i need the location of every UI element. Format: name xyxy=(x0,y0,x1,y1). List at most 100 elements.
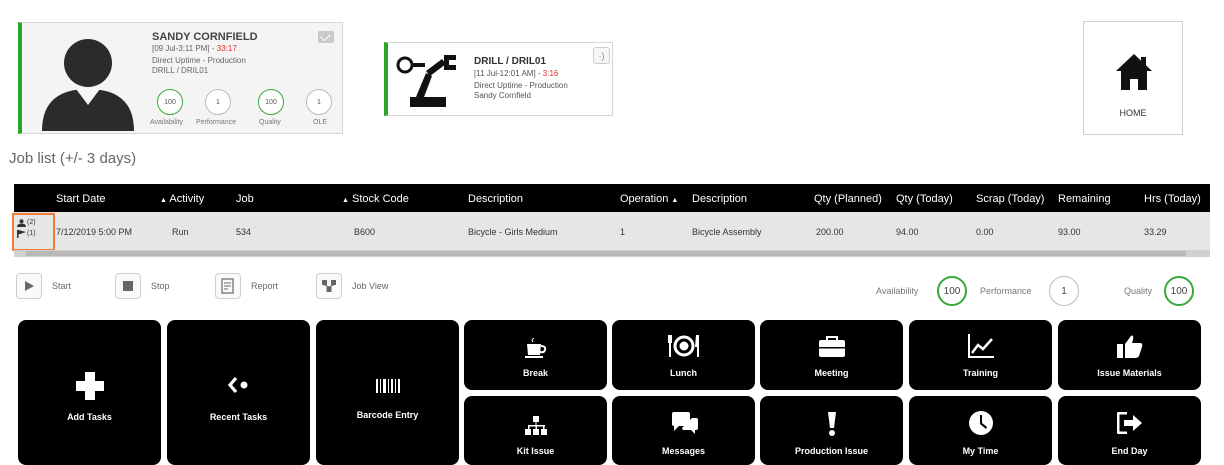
job-view-icon xyxy=(322,280,336,292)
people-icon xyxy=(17,219,26,229)
col-hrs-today[interactable]: Hrs (Today) xyxy=(1144,193,1201,205)
cell-stock-code: B600 xyxy=(354,227,376,237)
signal-icon[interactable]: ·) xyxy=(593,47,610,64)
kit-issue-tile[interactable]: Kit Issue xyxy=(464,396,607,465)
job-view-button[interactable]: Job View xyxy=(316,273,388,299)
flag-icon xyxy=(17,230,26,240)
end-day-tile[interactable]: End Day xyxy=(1058,396,1201,465)
machine-operator: Sandy Cornfield xyxy=(474,91,531,100)
operator-status: Direct Uptime - Production xyxy=(152,56,246,65)
quality-label: Quality xyxy=(259,119,281,126)
operator-card[interactable]: SANDY CORNFIELD [09 Jul-3:11 PM] - 33:17… xyxy=(18,22,343,134)
table-row[interactable]: 7/12/2019 5:00 PM Run 534 B600 Bicycle -… xyxy=(14,212,1210,250)
my-time-label: My Time xyxy=(962,446,999,456)
production-issue-tile[interactable]: Production Issue xyxy=(760,396,903,465)
col-operation-description[interactable]: Description xyxy=(692,193,747,205)
kpi-quality-label: Quality xyxy=(1124,286,1153,296)
machine-clock-in: [11 Jul-12:01 AM] - 3:16 xyxy=(474,69,559,78)
add-tasks-label: Add Tasks xyxy=(67,412,112,422)
home-label: HOME xyxy=(1119,108,1147,118)
cell-start-date: 7/12/2019 5:00 PM xyxy=(56,227,133,237)
meeting-tile[interactable]: Meeting xyxy=(760,320,903,390)
coffee-icon xyxy=(524,338,546,358)
operator-performance-metric: 1 xyxy=(205,89,231,115)
production-issue-label: Production Issue xyxy=(794,446,868,456)
col-stock-code[interactable]: ▲ Stock Code xyxy=(342,193,409,205)
issue-materials-tile[interactable]: Issue Materials xyxy=(1058,320,1201,390)
home-button[interactable]: HOME xyxy=(1083,21,1183,135)
report-button[interactable]: Report xyxy=(215,273,278,299)
sort-up-icon: ▲ xyxy=(342,197,349,204)
training-tile[interactable]: Training xyxy=(909,320,1052,390)
stop-button[interactable]: Stop xyxy=(115,273,170,299)
end-day-label: End Day xyxy=(1111,446,1148,456)
cell-activity: Run xyxy=(172,227,189,237)
operator-availability-metric: 100 xyxy=(157,89,183,115)
user-avatar-icon xyxy=(42,39,134,131)
briefcase-icon xyxy=(818,336,845,357)
lunch-label: Lunch xyxy=(670,368,697,378)
scroll-thumb[interactable] xyxy=(26,251,1186,256)
messages-tile[interactable]: Messages xyxy=(612,396,755,465)
col-job[interactable]: Job xyxy=(236,193,254,205)
messages-label: Messages xyxy=(661,446,706,456)
col-operation[interactable]: Operation ▲ xyxy=(620,193,678,205)
job-table-header: Start Date ▲ Activity Job ▲ Stock Code D… xyxy=(14,184,1210,212)
col-qty-today[interactable]: Qty (Today) xyxy=(896,193,953,205)
cell-qty-today: 94.00 xyxy=(896,227,919,237)
recent-tasks-tile[interactable]: Recent Tasks xyxy=(167,320,310,465)
cell-operation: 1 xyxy=(620,227,626,237)
meeting-label: Meeting xyxy=(814,368,849,378)
sort-up-icon: ▲ xyxy=(671,197,679,204)
stop-label: Stop xyxy=(151,281,170,291)
kpi-quality: 100 xyxy=(1164,276,1194,306)
operator-clock-in: [09 Jul-3:11 PM] - 33:17 xyxy=(152,44,237,53)
cell-scrap-today: 0.00 xyxy=(976,227,994,237)
kit-issue-label: Kit Issue xyxy=(516,446,555,456)
row-status-indicator[interactable]: (2) (1) xyxy=(16,216,52,248)
kpi-performance-label: Performance xyxy=(980,286,1032,296)
break-tile[interactable]: Break xyxy=(464,320,607,390)
machine-status: Direct Uptime - Production xyxy=(474,81,568,90)
col-scrap-today[interactable]: Scrap (Today) xyxy=(976,193,1044,205)
lunch-tile[interactable]: Lunch xyxy=(612,320,755,390)
job-list-title: Job list (+/- 3 days) xyxy=(9,150,137,167)
col-description[interactable]: Description xyxy=(468,193,523,205)
operator-quality-metric: 100 xyxy=(258,89,284,115)
barcode-entry-tile[interactable]: Barcode Entry xyxy=(316,320,459,465)
col-start-date[interactable]: Start Date xyxy=(56,193,106,205)
cell-hrs-today: 33.29 xyxy=(1144,227,1167,237)
training-label: Training xyxy=(962,368,998,378)
machine-title: DRILL / DRIL01 xyxy=(474,56,547,67)
machine-card[interactable]: DRILL / DRIL01 [11 Jul-12:01 AM] - 3:16 … xyxy=(384,42,613,116)
barcode-icon xyxy=(375,379,400,393)
add-tasks-tile[interactable]: Add Tasks xyxy=(18,320,161,465)
chat-bubbles-icon xyxy=(671,412,698,434)
line-chart-icon xyxy=(967,334,994,358)
kpi-availability-label: Availability xyxy=(876,286,919,296)
robot-arm-icon xyxy=(396,55,456,107)
operator-ole-metric: 1 xyxy=(306,89,332,115)
people-count: (2) xyxy=(27,219,36,226)
my-time-tile[interactable]: My Time xyxy=(909,396,1052,465)
col-activity[interactable]: ▲ Activity xyxy=(160,193,204,205)
stop-icon xyxy=(123,281,133,291)
plus-icon xyxy=(75,372,104,400)
issue-materials-label: Issue Materials xyxy=(1097,368,1162,378)
mail-icon[interactable] xyxy=(318,31,334,43)
cell-operation-description: Bicycle Assembly xyxy=(692,227,762,237)
recent-tasks-icon xyxy=(227,376,247,394)
cell-qty-planned: 200.00 xyxy=(816,227,844,237)
clock-icon xyxy=(968,411,993,435)
operator-name: SANDY CORNFIELD xyxy=(152,31,258,43)
recent-tasks-label: Recent Tasks xyxy=(209,412,268,422)
col-qty-planned[interactable]: Qty (Planned) xyxy=(814,193,882,205)
thumbs-up-icon xyxy=(1116,335,1142,358)
performance-label: Performance xyxy=(196,119,237,126)
report-label: Report xyxy=(251,281,279,291)
table-scrollbar[interactable] xyxy=(14,250,1210,257)
start-button[interactable]: Start xyxy=(16,273,71,299)
plate-cutlery-icon xyxy=(667,335,699,357)
sort-up-icon: ▲ xyxy=(160,197,167,204)
col-remaining[interactable]: Remaining xyxy=(1058,193,1111,205)
